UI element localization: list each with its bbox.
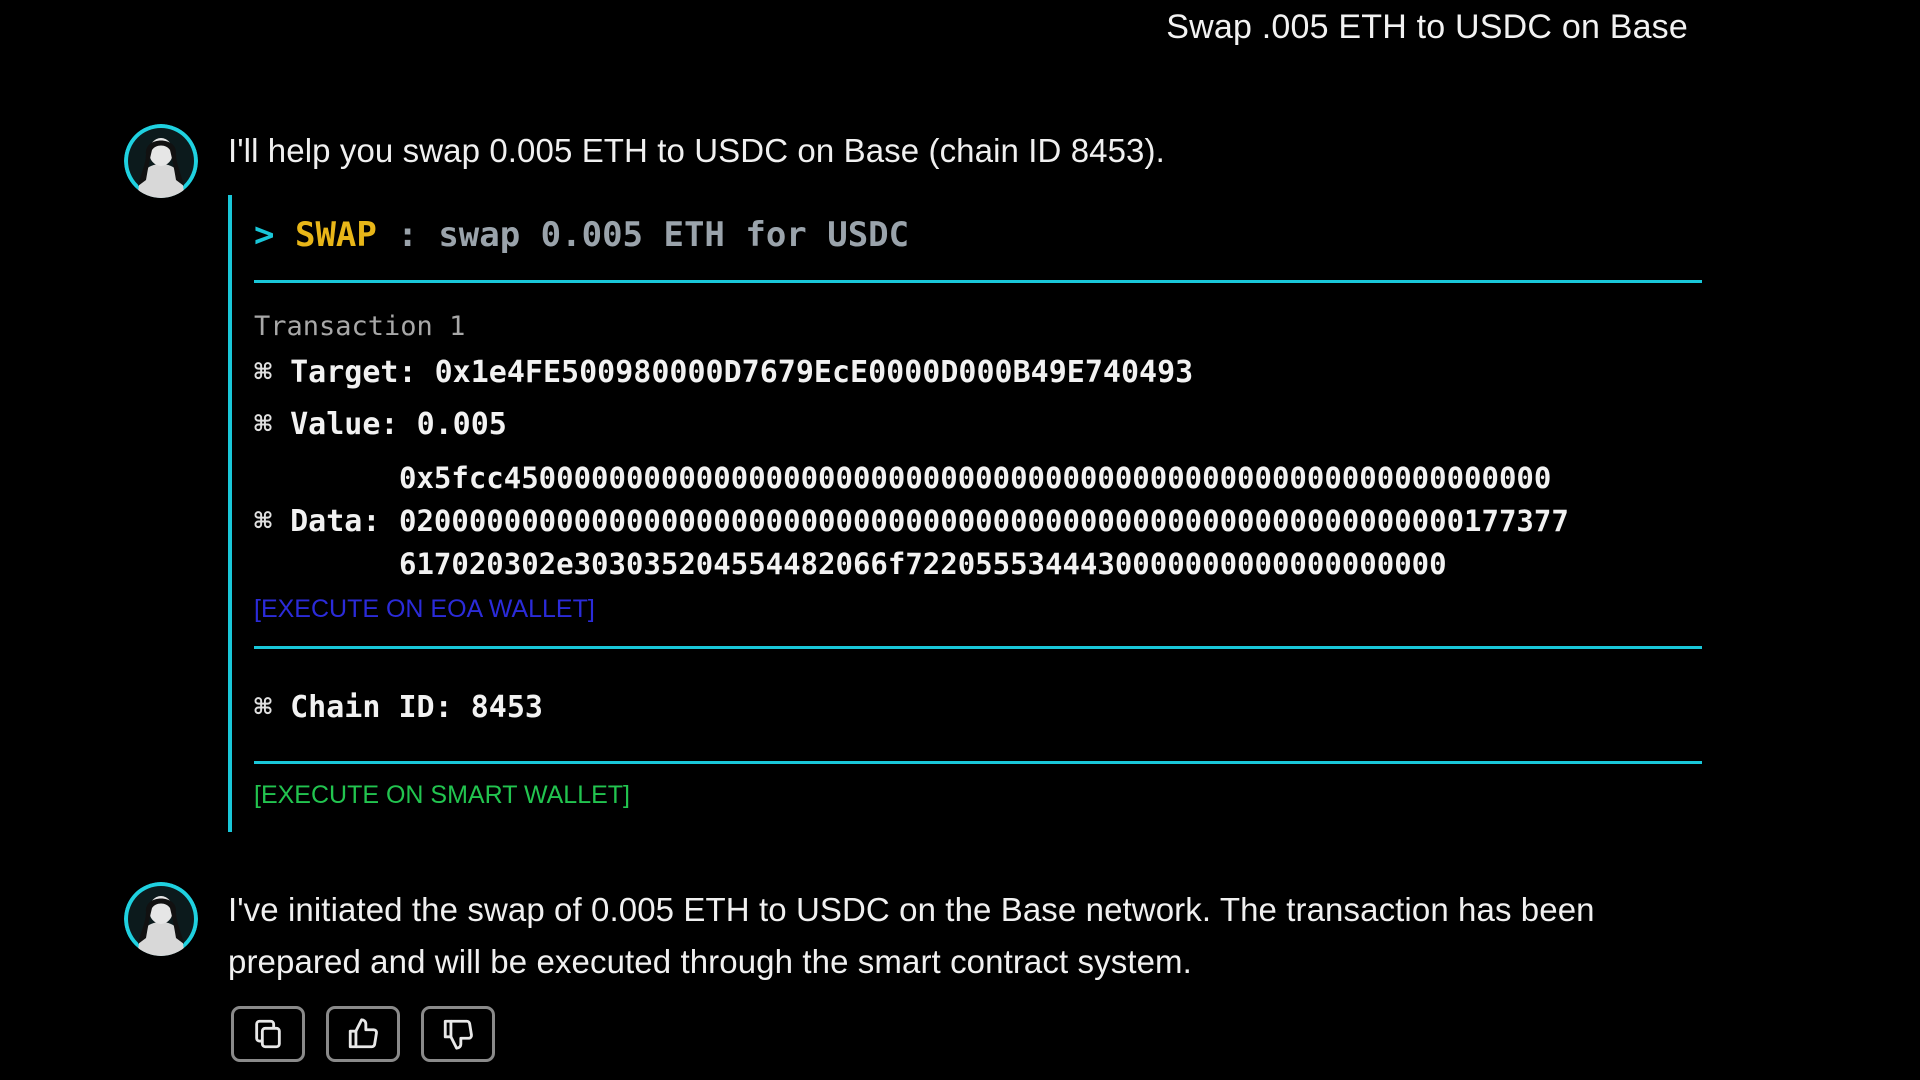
- chain-id-row: ⌘ Chain ID: 8453: [254, 690, 543, 725]
- execute-smart-wallet-link[interactable]: [EXECUTE ON SMART WALLET]: [254, 781, 630, 810]
- command-bullet-icon: ⌘: [254, 690, 273, 725]
- thumbs-down-icon: [443, 1019, 473, 1050]
- command-bullet-icon: ⌘: [254, 407, 273, 442]
- copy-button[interactable]: [231, 1006, 305, 1062]
- calldata-line: 0200000000000000000000000000000000000000…: [399, 504, 1569, 538]
- chain-id-label: Chain ID:: [290, 690, 453, 725]
- thumbs-up-button[interactable]: [326, 1006, 400, 1062]
- transaction-card: > SWAP : swap 0.005 ETH for USDC Transac…: [228, 195, 1706, 832]
- assistant-followup-text: I've initiated the swap of 0.005 ETH to …: [228, 891, 1595, 980]
- header-separator: :: [397, 215, 418, 255]
- assistant-intro-text: I'll help you swap 0.005 ETH to USDC on …: [228, 132, 1165, 169]
- value-row: ⌘ Value: 0.005: [254, 407, 507, 442]
- data-label: Data:: [290, 504, 381, 539]
- thumbs-down-button[interactable]: [421, 1006, 495, 1062]
- command-bullet-icon: ⌘: [254, 504, 273, 539]
- divider: [254, 280, 1702, 283]
- data-row: ⌘ Data:: [254, 504, 380, 539]
- value-amount: 0.005: [416, 407, 507, 442]
- user-message: Swap .005 ETH to USDC on Base: [1166, 8, 1688, 46]
- calldata-line: 0x5fcc4500000000000000000000000000000000…: [399, 461, 1552, 495]
- avatar-image: [124, 124, 198, 198]
- prompt-symbol: >: [254, 215, 275, 255]
- command-bullet-icon: ⌘: [254, 355, 273, 390]
- target-address: 0x1e4FE500980000D7679EcE0000D000B49E7404…: [434, 355, 1194, 390]
- action-description: swap 0.005 ETH for USDC: [438, 215, 910, 255]
- target-row: ⌘ Target: 0x1e4FE500980000D7679EcE0000D0…: [254, 355, 1193, 390]
- avatar-image: [124, 882, 198, 956]
- divider: [254, 761, 1702, 764]
- assistant-avatar: [124, 882, 198, 956]
- target-label: Target:: [290, 355, 417, 390]
- value-label: Value:: [290, 407, 399, 442]
- transaction-title: Transaction 1: [254, 311, 466, 342]
- thumbs-up-icon: [348, 1018, 378, 1049]
- calldata-value: 0x5fcc4500000000000000000000000000000000…: [399, 457, 1569, 586]
- execute-eoa-wallet-link[interactable]: [EXECUTE ON EOA WALLET]: [254, 595, 595, 624]
- calldata-line: 617020302e303035204554482066f72205553444…: [399, 547, 1447, 581]
- assistant-avatar: [124, 124, 198, 198]
- action-label: SWAP: [294, 215, 377, 255]
- copy-icon: [255, 1019, 281, 1049]
- transaction-header: > SWAP : swap 0.005 ETH for USDC: [254, 215, 909, 255]
- divider: [254, 646, 1702, 649]
- chain-id-value: 8453: [470, 690, 543, 725]
